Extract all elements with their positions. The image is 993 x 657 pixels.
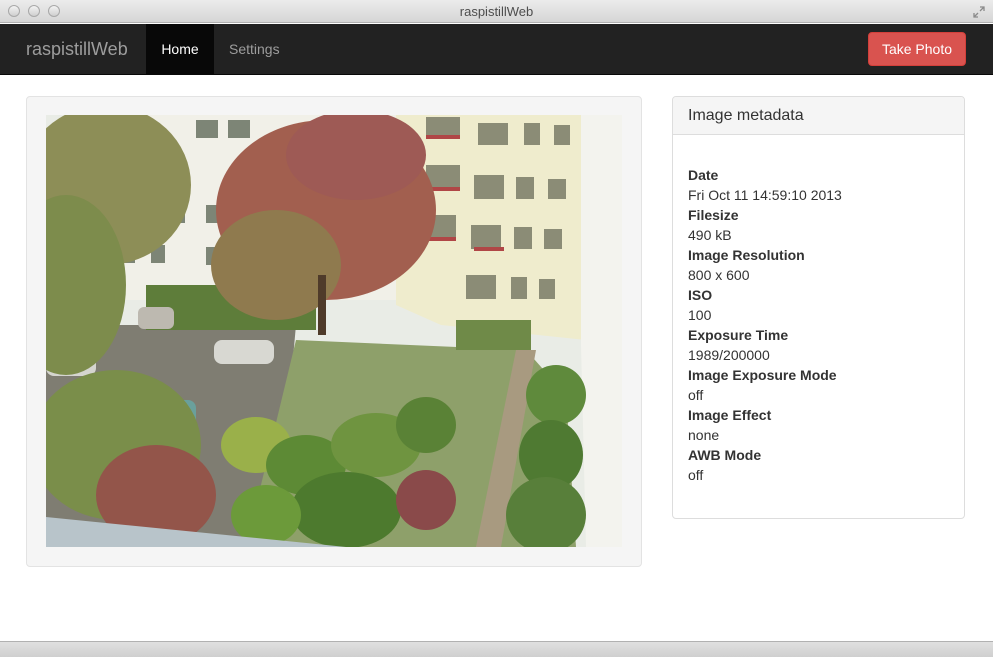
metadata-label: Filesize bbox=[688, 207, 739, 223]
top-navbar: raspistillWeb Home Settings Take Photo bbox=[0, 24, 993, 75]
metadata-value: Fri Oct 11 14:59:10 2013 bbox=[688, 187, 842, 203]
metadata-value: none bbox=[688, 427, 720, 443]
metadata-label: Image Exposure Mode bbox=[688, 367, 837, 383]
metadata-list: Date Fri Oct 11 14:59:10 2013 Filesize 4… bbox=[673, 135, 964, 485]
captured-photo bbox=[46, 115, 622, 547]
metadata-panel: Image metadata Date Fri Oct 11 14:59:10 … bbox=[672, 96, 965, 519]
nav-item-home[interactable]: Home bbox=[146, 24, 214, 74]
take-photo-button[interactable]: Take Photo bbox=[868, 32, 966, 66]
metadata-value: 490 kB bbox=[688, 227, 732, 243]
metadata-value: 1989/200000 bbox=[688, 347, 770, 363]
navbar-brand[interactable]: raspistillWeb bbox=[26, 39, 128, 60]
metadata-label: AWB Mode bbox=[688, 447, 762, 463]
fullscreen-icon[interactable] bbox=[973, 5, 985, 18]
metadata-value: off bbox=[688, 387, 704, 403]
nav-item-settings[interactable]: Settings bbox=[229, 24, 280, 74]
photo-well bbox=[26, 96, 642, 567]
metadata-value: 800 x 600 bbox=[688, 267, 750, 283]
metadata-label: ISO bbox=[688, 287, 713, 303]
metadata-label: Image Effect bbox=[688, 407, 772, 423]
metadata-value: off bbox=[688, 467, 704, 483]
metadata-value: 100 bbox=[688, 307, 712, 323]
metadata-label: Exposure Time bbox=[688, 327, 789, 343]
window-title: raspistillWeb bbox=[459, 4, 534, 19]
window-bottom-bar bbox=[0, 641, 993, 657]
metadata-label: Image Resolution bbox=[688, 247, 805, 263]
window-titlebar: raspistillWeb bbox=[0, 0, 993, 23]
metadata-heading: Image metadata bbox=[673, 97, 964, 135]
metadata-label: Date bbox=[688, 167, 719, 183]
